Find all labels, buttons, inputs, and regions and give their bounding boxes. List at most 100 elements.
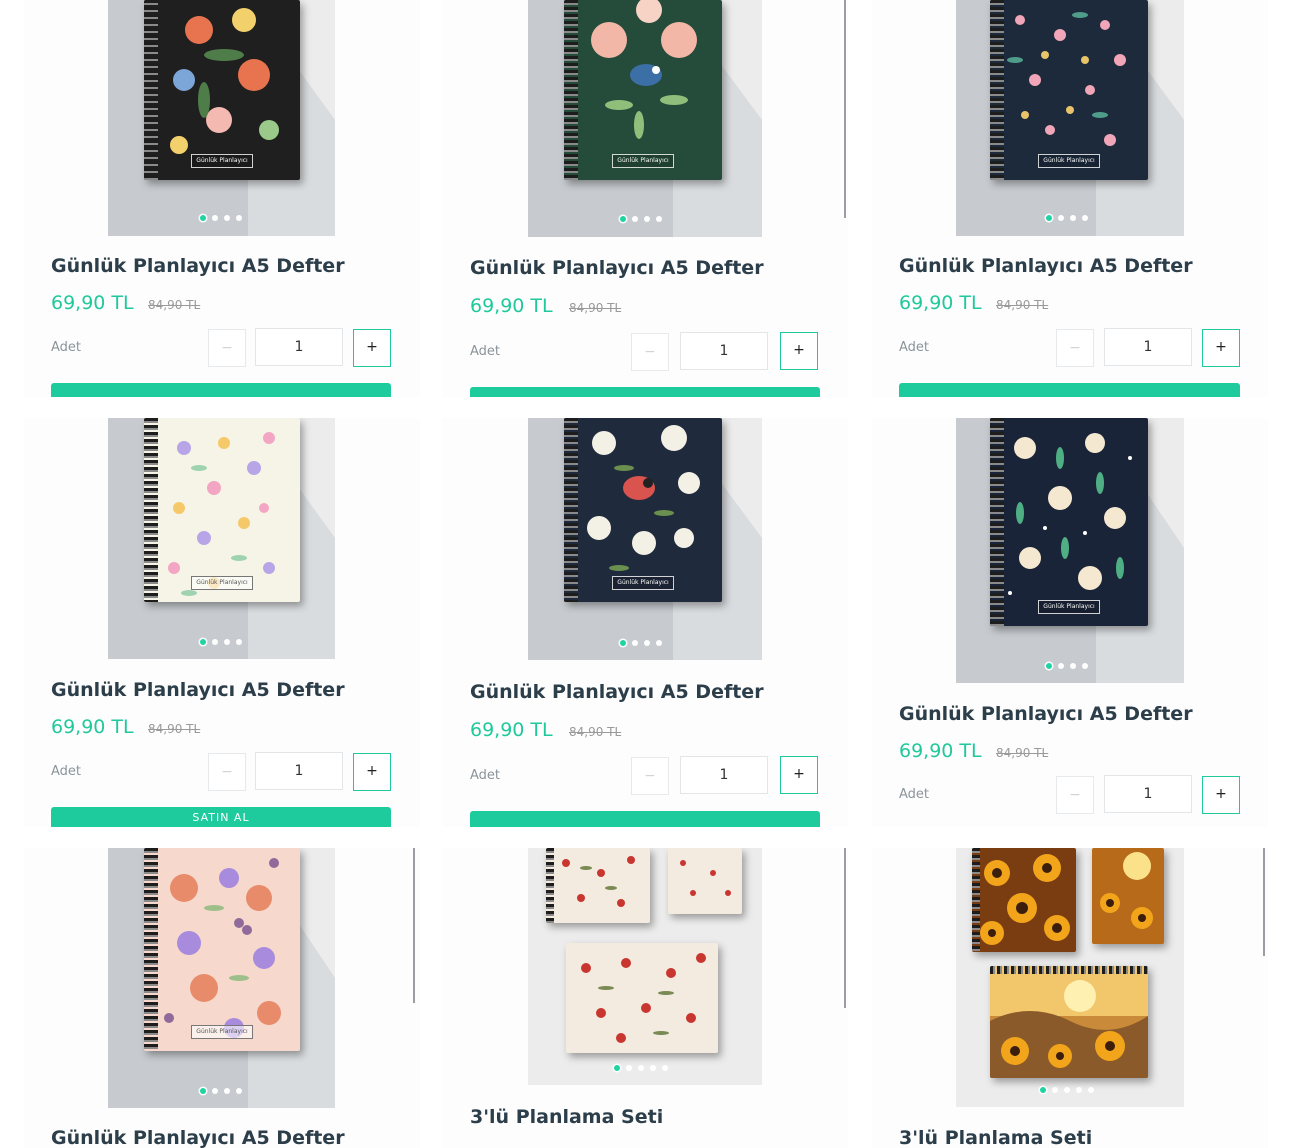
carousel-dot[interactable] xyxy=(1064,1087,1070,1093)
increase-quantity-button[interactable]: + xyxy=(353,753,391,791)
product-image[interactable]: Günlük Planlayıcı xyxy=(108,0,335,236)
carousel-dot[interactable] xyxy=(1070,215,1076,221)
carousel-dot[interactable] xyxy=(200,639,206,645)
increase-quantity-button[interactable]: + xyxy=(1202,776,1240,814)
scrollbar[interactable] xyxy=(1263,848,1265,956)
carousel-dot[interactable] xyxy=(236,639,242,645)
product-image[interactable] xyxy=(956,848,1184,1107)
carousel-dots[interactable] xyxy=(1046,215,1088,221)
product-card[interactable]: Günlük Planlayıcı Günlük Planlayıcı A5 D… xyxy=(24,848,420,1148)
scrollbar[interactable] xyxy=(844,0,846,218)
carousel-dot[interactable] xyxy=(620,216,626,222)
carousel-dot[interactable] xyxy=(620,640,626,646)
carousel-dot[interactable] xyxy=(626,1065,632,1071)
product-card[interactable]: Günlük Planlayıcı Günlük Planlayıcı A5 D… xyxy=(442,0,848,397)
carousel-dot[interactable] xyxy=(656,640,662,646)
quantity-input[interactable]: 1 xyxy=(680,756,768,794)
product-image[interactable]: Günlük Planlayıcı xyxy=(528,418,762,660)
carousel-dot[interactable] xyxy=(662,1065,668,1071)
buy-button[interactable] xyxy=(470,387,820,397)
decrease-quantity-button[interactable]: − xyxy=(1056,329,1094,367)
quantity-input[interactable]: 1 xyxy=(1104,328,1192,366)
decrease-quantity-button[interactable]: − xyxy=(1056,776,1094,814)
quantity-input[interactable]: 1 xyxy=(680,332,768,370)
carousel-dot[interactable] xyxy=(1088,1087,1094,1093)
carousel-dot[interactable] xyxy=(224,1088,230,1094)
product-image[interactable]: Günlük Planlayıcı xyxy=(956,0,1184,236)
carousel-dots[interactable] xyxy=(1046,663,1088,669)
carousel-dots[interactable] xyxy=(620,640,662,646)
carousel-dot[interactable] xyxy=(1070,663,1076,669)
carousel-dot[interactable] xyxy=(200,215,206,221)
carousel-dot[interactable] xyxy=(1058,215,1064,221)
carousel-dot[interactable] xyxy=(224,215,230,221)
product-card[interactable]: 3'lü Planlama Seti xyxy=(872,848,1268,1148)
carousel-dot[interactable] xyxy=(212,215,218,221)
product-title[interactable]: 3'lü Planlama Seti xyxy=(470,1106,663,1128)
carousel-dots[interactable] xyxy=(200,215,242,221)
carousel-dot[interactable] xyxy=(1046,663,1052,669)
decrease-quantity-button[interactable]: − xyxy=(631,757,669,795)
decrease-quantity-button[interactable]: − xyxy=(208,753,246,791)
carousel-dot[interactable] xyxy=(656,216,662,222)
product-title[interactable]: Günlük Planlayıcı A5 Defter xyxy=(51,255,345,277)
decrease-quantity-button[interactable]: − xyxy=(208,329,246,367)
product-card[interactable]: Günlük Planlayıcı Günlük Planlayıcı A5 D… xyxy=(872,418,1268,827)
carousel-dot[interactable] xyxy=(644,216,650,222)
product-card[interactable]: Günlük Planlayıcı Günlük Planlayıcı A5 D… xyxy=(24,418,420,827)
product-title[interactable]: Günlük Planlayıcı A5 Defter xyxy=(51,679,345,701)
carousel-dot[interactable] xyxy=(212,1088,218,1094)
product-title[interactable]: 3'lü Planlama Seti xyxy=(899,1127,1092,1148)
carousel-dot[interactable] xyxy=(212,639,218,645)
carousel-dots[interactable] xyxy=(1040,1087,1094,1093)
carousel-dot[interactable] xyxy=(236,215,242,221)
carousel-dot[interactable] xyxy=(1058,663,1064,669)
product-image[interactable]: Günlük Planlayıcı xyxy=(528,0,762,237)
carousel-dots[interactable] xyxy=(200,1088,242,1094)
carousel-dot[interactable] xyxy=(1076,1087,1082,1093)
carousel-dot[interactable] xyxy=(236,1088,242,1094)
quantity-input[interactable]: 1 xyxy=(255,752,343,790)
product-image[interactable]: Günlük Planlayıcı xyxy=(108,848,335,1108)
increase-quantity-button[interactable]: + xyxy=(353,329,391,367)
carousel-dot[interactable] xyxy=(1046,215,1052,221)
product-card[interactable]: Günlük Planlayıcı Günlük Planlayıcı A5 D… xyxy=(24,0,420,397)
buy-button[interactable]: SATIN AL xyxy=(51,807,391,827)
carousel-dot[interactable] xyxy=(638,1065,644,1071)
product-title[interactable]: Günlük Planlayıcı A5 Defter xyxy=(899,255,1193,277)
carousel-dot[interactable] xyxy=(614,1065,620,1071)
product-title[interactable]: Günlük Planlayıcı A5 Defter xyxy=(899,703,1193,725)
product-card[interactable]: Günlük Planlayıcı Günlük Planlayıcı A5 D… xyxy=(872,0,1268,397)
carousel-dot[interactable] xyxy=(224,639,230,645)
carousel-dots[interactable] xyxy=(620,216,662,222)
carousel-dot[interactable] xyxy=(644,640,650,646)
product-image[interactable]: Günlük Planlayıcı xyxy=(956,418,1184,683)
carousel-dot[interactable] xyxy=(632,216,638,222)
carousel-dot[interactable] xyxy=(1082,215,1088,221)
product-image[interactable] xyxy=(528,848,762,1085)
carousel-dot[interactable] xyxy=(1052,1087,1058,1093)
carousel-dots[interactable] xyxy=(614,1065,668,1071)
scrollbar[interactable] xyxy=(844,848,846,1008)
carousel-dot[interactable] xyxy=(1082,663,1088,669)
buy-button[interactable] xyxy=(51,383,391,397)
increase-quantity-button[interactable]: + xyxy=(780,756,818,794)
product-title[interactable]: Günlük Planlayıcı A5 Defter xyxy=(470,257,764,279)
product-image[interactable]: Günlük Planlayıcı xyxy=(108,418,335,659)
product-card[interactable]: 3'lü Planlama Seti xyxy=(442,848,848,1148)
product-card[interactable]: Günlük Planlayıcı Günlük Planlayıcı A5 D… xyxy=(442,418,848,827)
carousel-dot[interactable] xyxy=(632,640,638,646)
carousel-dot[interactable] xyxy=(200,1088,206,1094)
carousel-dots[interactable] xyxy=(200,639,242,645)
quantity-input[interactable]: 1 xyxy=(1104,775,1192,813)
quantity-input[interactable]: 1 xyxy=(255,328,343,366)
product-title[interactable]: Günlük Planlayıcı A5 Defter xyxy=(470,681,764,703)
decrease-quantity-button[interactable]: − xyxy=(631,333,669,371)
carousel-dot[interactable] xyxy=(1040,1087,1046,1093)
increase-quantity-button[interactable]: + xyxy=(1202,329,1240,367)
scrollbar[interactable] xyxy=(413,848,415,1003)
carousel-dot[interactable] xyxy=(650,1065,656,1071)
buy-button[interactable] xyxy=(899,383,1240,397)
buy-button[interactable] xyxy=(470,811,820,827)
increase-quantity-button[interactable]: + xyxy=(780,332,818,370)
